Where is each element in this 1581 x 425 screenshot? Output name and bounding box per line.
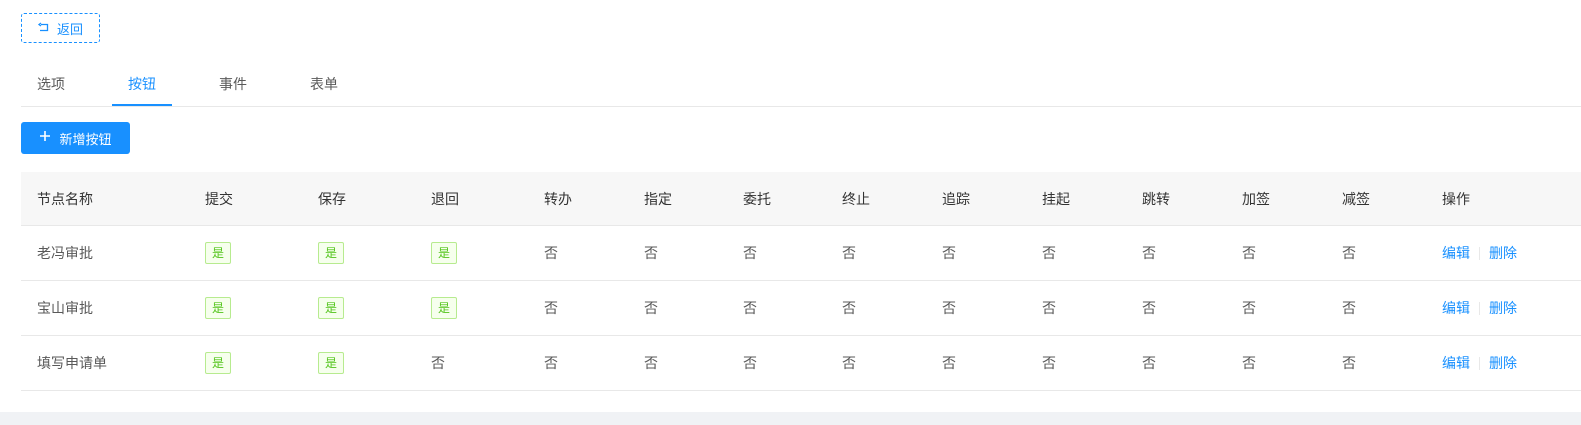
delete-link[interactable]: 删除	[1489, 298, 1517, 318]
back-button-label: 返回	[56, 22, 83, 38]
flag-cell: 否	[1142, 356, 1156, 372]
edit-link[interactable]: 编辑	[1442, 353, 1470, 373]
flag-cell: 否	[743, 301, 757, 317]
delete-link[interactable]: 删除	[1489, 243, 1517, 263]
flag-cell: 是	[318, 281, 345, 335]
flag-cell: 否	[1242, 356, 1256, 372]
header-save: 保存	[318, 191, 346, 208]
header-actions: 操作	[1442, 191, 1470, 208]
table-header: 节点名称 提交 保存 退回 转办 指定 委托 终止 追踪 挂起 跳转 加签 减签…	[21, 172, 1581, 226]
header-submit: 提交	[205, 191, 233, 208]
flag-cell: 否	[1242, 246, 1256, 262]
add-button-button[interactable]: 新增按钮	[21, 122, 130, 154]
add-button-label: 新增按钮	[59, 132, 112, 148]
header-terminate: 终止	[842, 191, 870, 208]
delete-link[interactable]: 删除	[1489, 353, 1517, 373]
flag-cell: 否	[1242, 301, 1256, 317]
table-row: 老冯审批 是 是 是 否 否 否 否 否 否 否 否 否 编辑 删除	[21, 226, 1581, 281]
undo-arrow-icon	[37, 22, 50, 34]
divider	[1479, 356, 1480, 370]
yes-tag: 是	[318, 352, 345, 374]
flag-cell: 否	[544, 301, 558, 317]
row-actions: 编辑 删除	[1442, 281, 1517, 335]
row-actions: 编辑 删除	[1442, 226, 1517, 280]
flag-cell: 否	[1342, 246, 1356, 262]
edit-link[interactable]: 编辑	[1442, 243, 1470, 263]
flag-cell: 否	[942, 246, 956, 262]
flag-cell: 否	[1142, 301, 1156, 317]
flag-cell: 否	[431, 356, 445, 372]
flag-cell: 是	[205, 226, 232, 280]
yes-tag: 是	[205, 297, 232, 319]
flag-cell: 否	[842, 356, 856, 372]
yes-tag: 是	[431, 297, 458, 319]
tab-form[interactable]: 表单	[294, 68, 354, 105]
header-assign: 指定	[644, 191, 672, 208]
flag-cell: 否	[644, 246, 658, 262]
flag-cell: 是	[205, 281, 232, 335]
divider	[1479, 301, 1480, 315]
flag-cell: 是	[431, 226, 458, 280]
flag-cell: 否	[1042, 246, 1056, 262]
header-delegate: 委托	[743, 191, 771, 208]
flag-cell: 否	[743, 246, 757, 262]
flag-cell: 是	[318, 336, 345, 390]
flag-cell: 否	[743, 356, 757, 372]
table-row: 宝山审批 是 是 是 否 否 否 否 否 否 否 否 否 编辑 删除	[21, 281, 1581, 336]
flag-cell: 否	[842, 301, 856, 317]
flag-cell: 是	[205, 336, 232, 390]
flag-cell: 否	[1342, 356, 1356, 372]
header-node-name: 节点名称	[37, 191, 93, 208]
page-footer-strip	[0, 412, 1581, 425]
header-return: 退回	[431, 191, 459, 208]
node-name: 宝山审批	[37, 301, 93, 317]
node-name: 老冯审批	[37, 246, 93, 262]
yes-tag: 是	[205, 352, 232, 374]
back-button[interactable]: 返回	[21, 13, 100, 43]
edit-link[interactable]: 编辑	[1442, 298, 1470, 318]
flag-cell: 否	[942, 301, 956, 317]
flag-cell: 否	[842, 246, 856, 262]
header-track: 追踪	[942, 191, 970, 208]
flag-cell: 否	[942, 356, 956, 372]
yes-tag: 是	[318, 297, 345, 319]
table-row: 填写申请单 是 是 否 否 否 否 否 否 否 否 否 否 编辑 删除	[21, 336, 1581, 391]
flag-cell: 否	[644, 301, 658, 317]
flag-cell: 否	[1342, 301, 1356, 317]
flag-cell: 是	[431, 281, 458, 335]
flag-cell: 否	[1042, 356, 1056, 372]
tab-events[interactable]: 事件	[203, 68, 263, 105]
header-add-sign: 加签	[1242, 191, 1270, 208]
flag-cell: 否	[544, 356, 558, 372]
tab-bar: 选项 按钮 事件 表单	[21, 68, 1581, 107]
node-name: 填写申请单	[37, 356, 107, 372]
plus-icon	[39, 130, 51, 146]
yes-tag: 是	[205, 242, 232, 264]
divider	[1479, 246, 1480, 260]
flag-cell: 否	[1042, 301, 1056, 317]
header-transfer: 转办	[544, 191, 572, 208]
yes-tag: 是	[431, 242, 458, 264]
header-remove-sign: 减签	[1342, 191, 1370, 208]
flag-cell: 否	[1142, 246, 1156, 262]
buttons-table: 节点名称 提交 保存 退回 转办 指定 委托 终止 追踪 挂起 跳转 加签 减签…	[21, 172, 1581, 391]
flag-cell: 否	[544, 246, 558, 262]
flag-cell: 是	[318, 226, 345, 280]
flag-cell: 否	[644, 356, 658, 372]
header-jump: 跳转	[1142, 191, 1170, 208]
tab-options[interactable]: 选项	[21, 68, 81, 105]
row-actions: 编辑 删除	[1442, 336, 1517, 390]
tab-buttons[interactable]: 按钮	[112, 68, 172, 106]
header-suspend: 挂起	[1042, 191, 1070, 208]
yes-tag: 是	[318, 242, 345, 264]
